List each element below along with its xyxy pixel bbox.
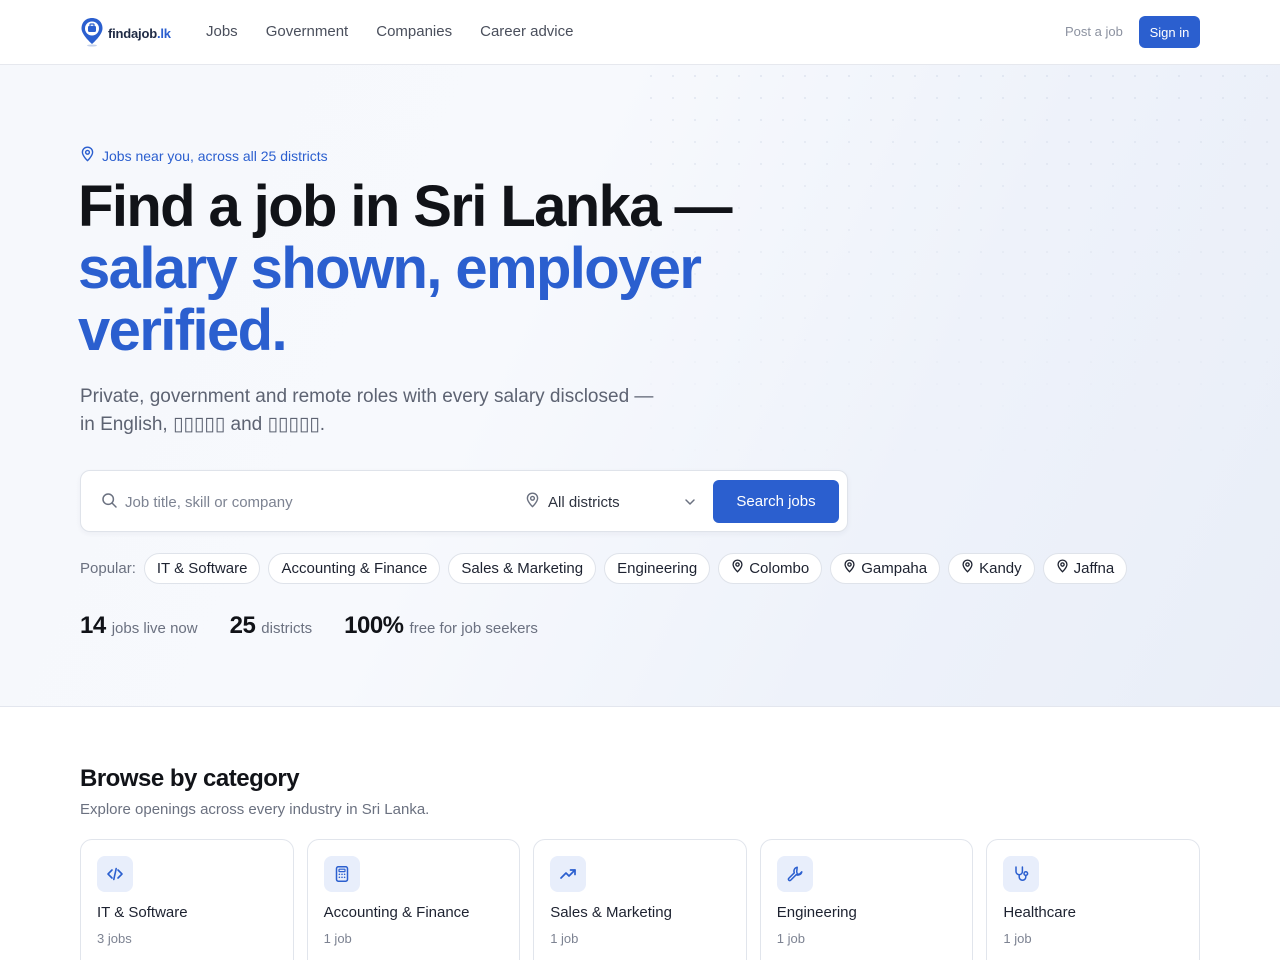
calculator-icon	[323, 856, 360, 892]
nav-link-companies[interactable]: Companies	[376, 22, 452, 42]
nav-link-government[interactable]: Government	[266, 22, 349, 42]
hero-headline: Find a job in Sri Lanka — salary shown, …	[78, 176, 778, 362]
logo[interactable]: findajob.lk	[80, 17, 171, 47]
stat-jobs-live: 14 jobs live now	[80, 612, 198, 640]
category-card-sales-marketing[interactable]: Sales & Marketing 1 job	[533, 839, 747, 960]
category-count: 1 job	[550, 931, 579, 946]
stat-number: 14	[80, 612, 106, 639]
chip-label: Engineering	[617, 559, 698, 577]
chevron-down-icon	[683, 495, 697, 514]
category-name: Engineering	[776, 904, 857, 921]
code-icon	[97, 856, 133, 892]
popular-searches: Popular: IT & Software Accounting & Fina…	[80, 552, 1128, 584]
chip-label: Jaffna	[1073, 559, 1115, 577]
category-card-healthcare[interactable]: Healthcare 1 job	[986, 839, 1200, 960]
chip-label: Accounting & Finance	[281, 559, 428, 577]
hero-section: Jobs near you, across all 25 districts F…	[0, 65, 1280, 707]
stat-number: 25	[229, 612, 256, 639]
nav-link-career-advice[interactable]: Career advice	[480, 22, 573, 42]
sign-in-button[interactable]: Sign in	[1139, 16, 1200, 48]
search-jobs-button[interactable]: Search jobs	[713, 480, 839, 523]
chip-label: Kandy	[979, 559, 1022, 577]
wrench-icon	[776, 856, 813, 892]
primary-nav: Jobs Government Companies Career advice	[206, 22, 574, 42]
hero-headline-line1: Find a job in Sri Lanka —	[78, 174, 732, 239]
hero-subtitle-line2: in English, ▯▯▯▯▯ and ▯▯▯▯▯.	[80, 414, 326, 435]
top-nav: findajob.lk Jobs Government Companies Ca…	[0, 0, 1280, 65]
stat-number: 100%	[344, 612, 404, 639]
category-name: Healthcare	[1003, 904, 1076, 921]
hero-stats: 14 jobs live now 25 districts 100% free …	[80, 612, 538, 640]
category-count: 3 jobs	[97, 931, 132, 946]
post-job-link[interactable]: Post a job	[1065, 23, 1123, 41]
popular-chip-gampaha[interactable]: Gampaha	[830, 552, 941, 584]
popular-chip-kandy[interactable]: Kandy	[948, 552, 1035, 584]
logo-pin-icon	[80, 17, 104, 47]
category-name: Accounting & Finance	[323, 904, 470, 921]
popular-label: Popular:	[80, 559, 136, 577]
browse-category-subtitle: Explore openings across every industry i…	[80, 801, 430, 818]
hero-eyebrow: Jobs near you, across all 25 districts	[80, 146, 328, 166]
category-count: 1 job	[776, 931, 805, 946]
map-pin-icon	[731, 559, 744, 577]
map-pin-icon	[843, 559, 856, 577]
category-name: IT & Software	[97, 904, 188, 921]
district-select[interactable]: All districts	[525, 485, 697, 519]
category-cards: IT & Software 3 jobs Accounting & Financ…	[80, 839, 1200, 960]
map-pin-icon	[961, 559, 974, 577]
nav-link-jobs[interactable]: Jobs	[206, 22, 238, 42]
job-search-input[interactable]	[125, 487, 505, 517]
stat-label: free for job seekers	[409, 620, 538, 637]
chip-label: IT & Software	[156, 559, 248, 577]
chip-label: Sales & Marketing	[461, 559, 584, 577]
chip-label: Colombo	[749, 559, 810, 577]
hero-subtitle: Private, government and remote roles wit…	[80, 383, 680, 439]
popular-chip-jaffna[interactable]: Jaffna	[1042, 552, 1128, 584]
category-card-accounting-finance[interactable]: Accounting & Finance 1 job	[306, 839, 521, 960]
category-count: 1 job	[1003, 931, 1032, 946]
district-select-value: All districts	[548, 493, 620, 511]
stat-label: jobs live now	[111, 620, 198, 637]
hero-eyebrow-text: Jobs near you, across all 25 districts	[102, 148, 328, 164]
hero-subtitle-line1: Private, government and remote roles wit…	[80, 386, 654, 407]
search-icon	[101, 492, 118, 514]
map-pin-icon	[1056, 559, 1069, 577]
stat-free: 100% free for job seekers	[344, 612, 538, 640]
popular-chip-it-software[interactable]: IT & Software	[143, 552, 261, 584]
map-pin-icon	[525, 491, 540, 513]
map-pin-icon	[80, 146, 95, 166]
popular-chip-colombo[interactable]: Colombo	[718, 552, 823, 584]
category-card-it-software[interactable]: IT & Software 3 jobs	[80, 839, 294, 960]
category-card-engineering[interactable]: Engineering 1 job	[759, 839, 974, 960]
stat-districts: 25 districts	[230, 612, 313, 640]
popular-chip-engineering[interactable]: Engineering	[604, 552, 711, 584]
stat-label: districts	[261, 620, 313, 637]
trending-up-icon	[550, 856, 587, 892]
category-name: Sales & Marketing	[550, 904, 672, 921]
popular-chip-sales-marketing[interactable]: Sales & Marketing	[448, 552, 597, 584]
stethoscope-icon	[1003, 856, 1040, 892]
chip-label: Gampaha	[861, 559, 928, 577]
job-search-form: All districts Search jobs	[80, 470, 848, 532]
popular-chip-accounting-finance[interactable]: Accounting & Finance	[268, 552, 441, 584]
logo-wordmark: findajob.lk	[108, 25, 171, 41]
hero-headline-line2: salary shown, employer verified.	[78, 236, 702, 363]
category-count: 1 job	[323, 931, 352, 946]
browse-category-title: Browse by category	[80, 765, 300, 792]
